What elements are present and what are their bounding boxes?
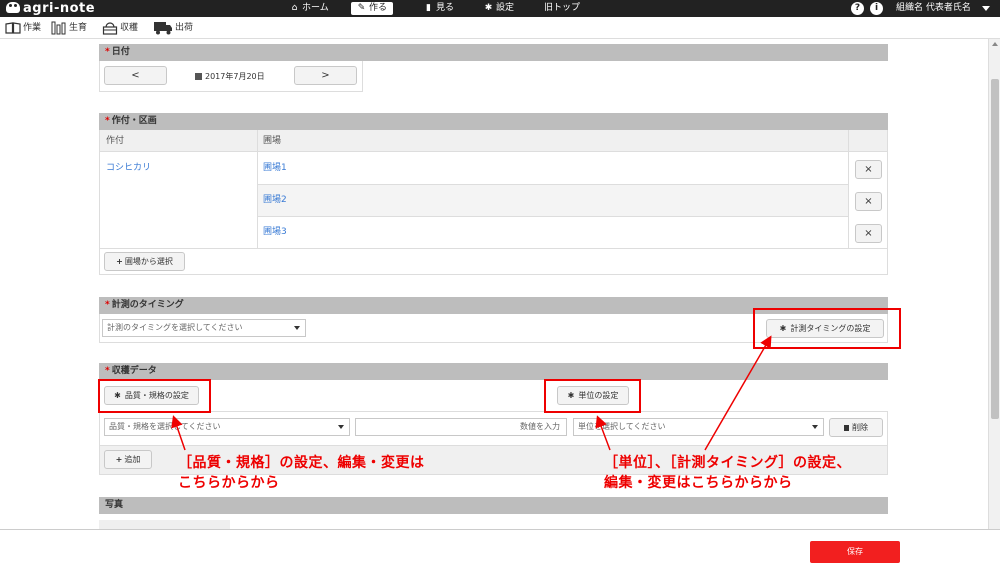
- save-button[interactable]: 保存: [810, 541, 900, 563]
- annotation-text-unit-2: 編集・変更はこちらからから: [604, 475, 793, 491]
- arrow-to-unit: [595, 415, 611, 451]
- annotation-arrows: [171, 335, 772, 451]
- annotation-text-unit-1: ［単位］、［計測タイミング］の設定、: [604, 455, 851, 471]
- footer-bar: 保存: [0, 529, 1000, 572]
- annotation-text-quality-2: こちらからから: [178, 475, 280, 491]
- arrow-to-timing: [704, 335, 772, 451]
- arrow-to-quality: [171, 415, 186, 451]
- annotation-text-quality-1: ［品質・規格］の設定、編集・変更は: [178, 455, 425, 471]
